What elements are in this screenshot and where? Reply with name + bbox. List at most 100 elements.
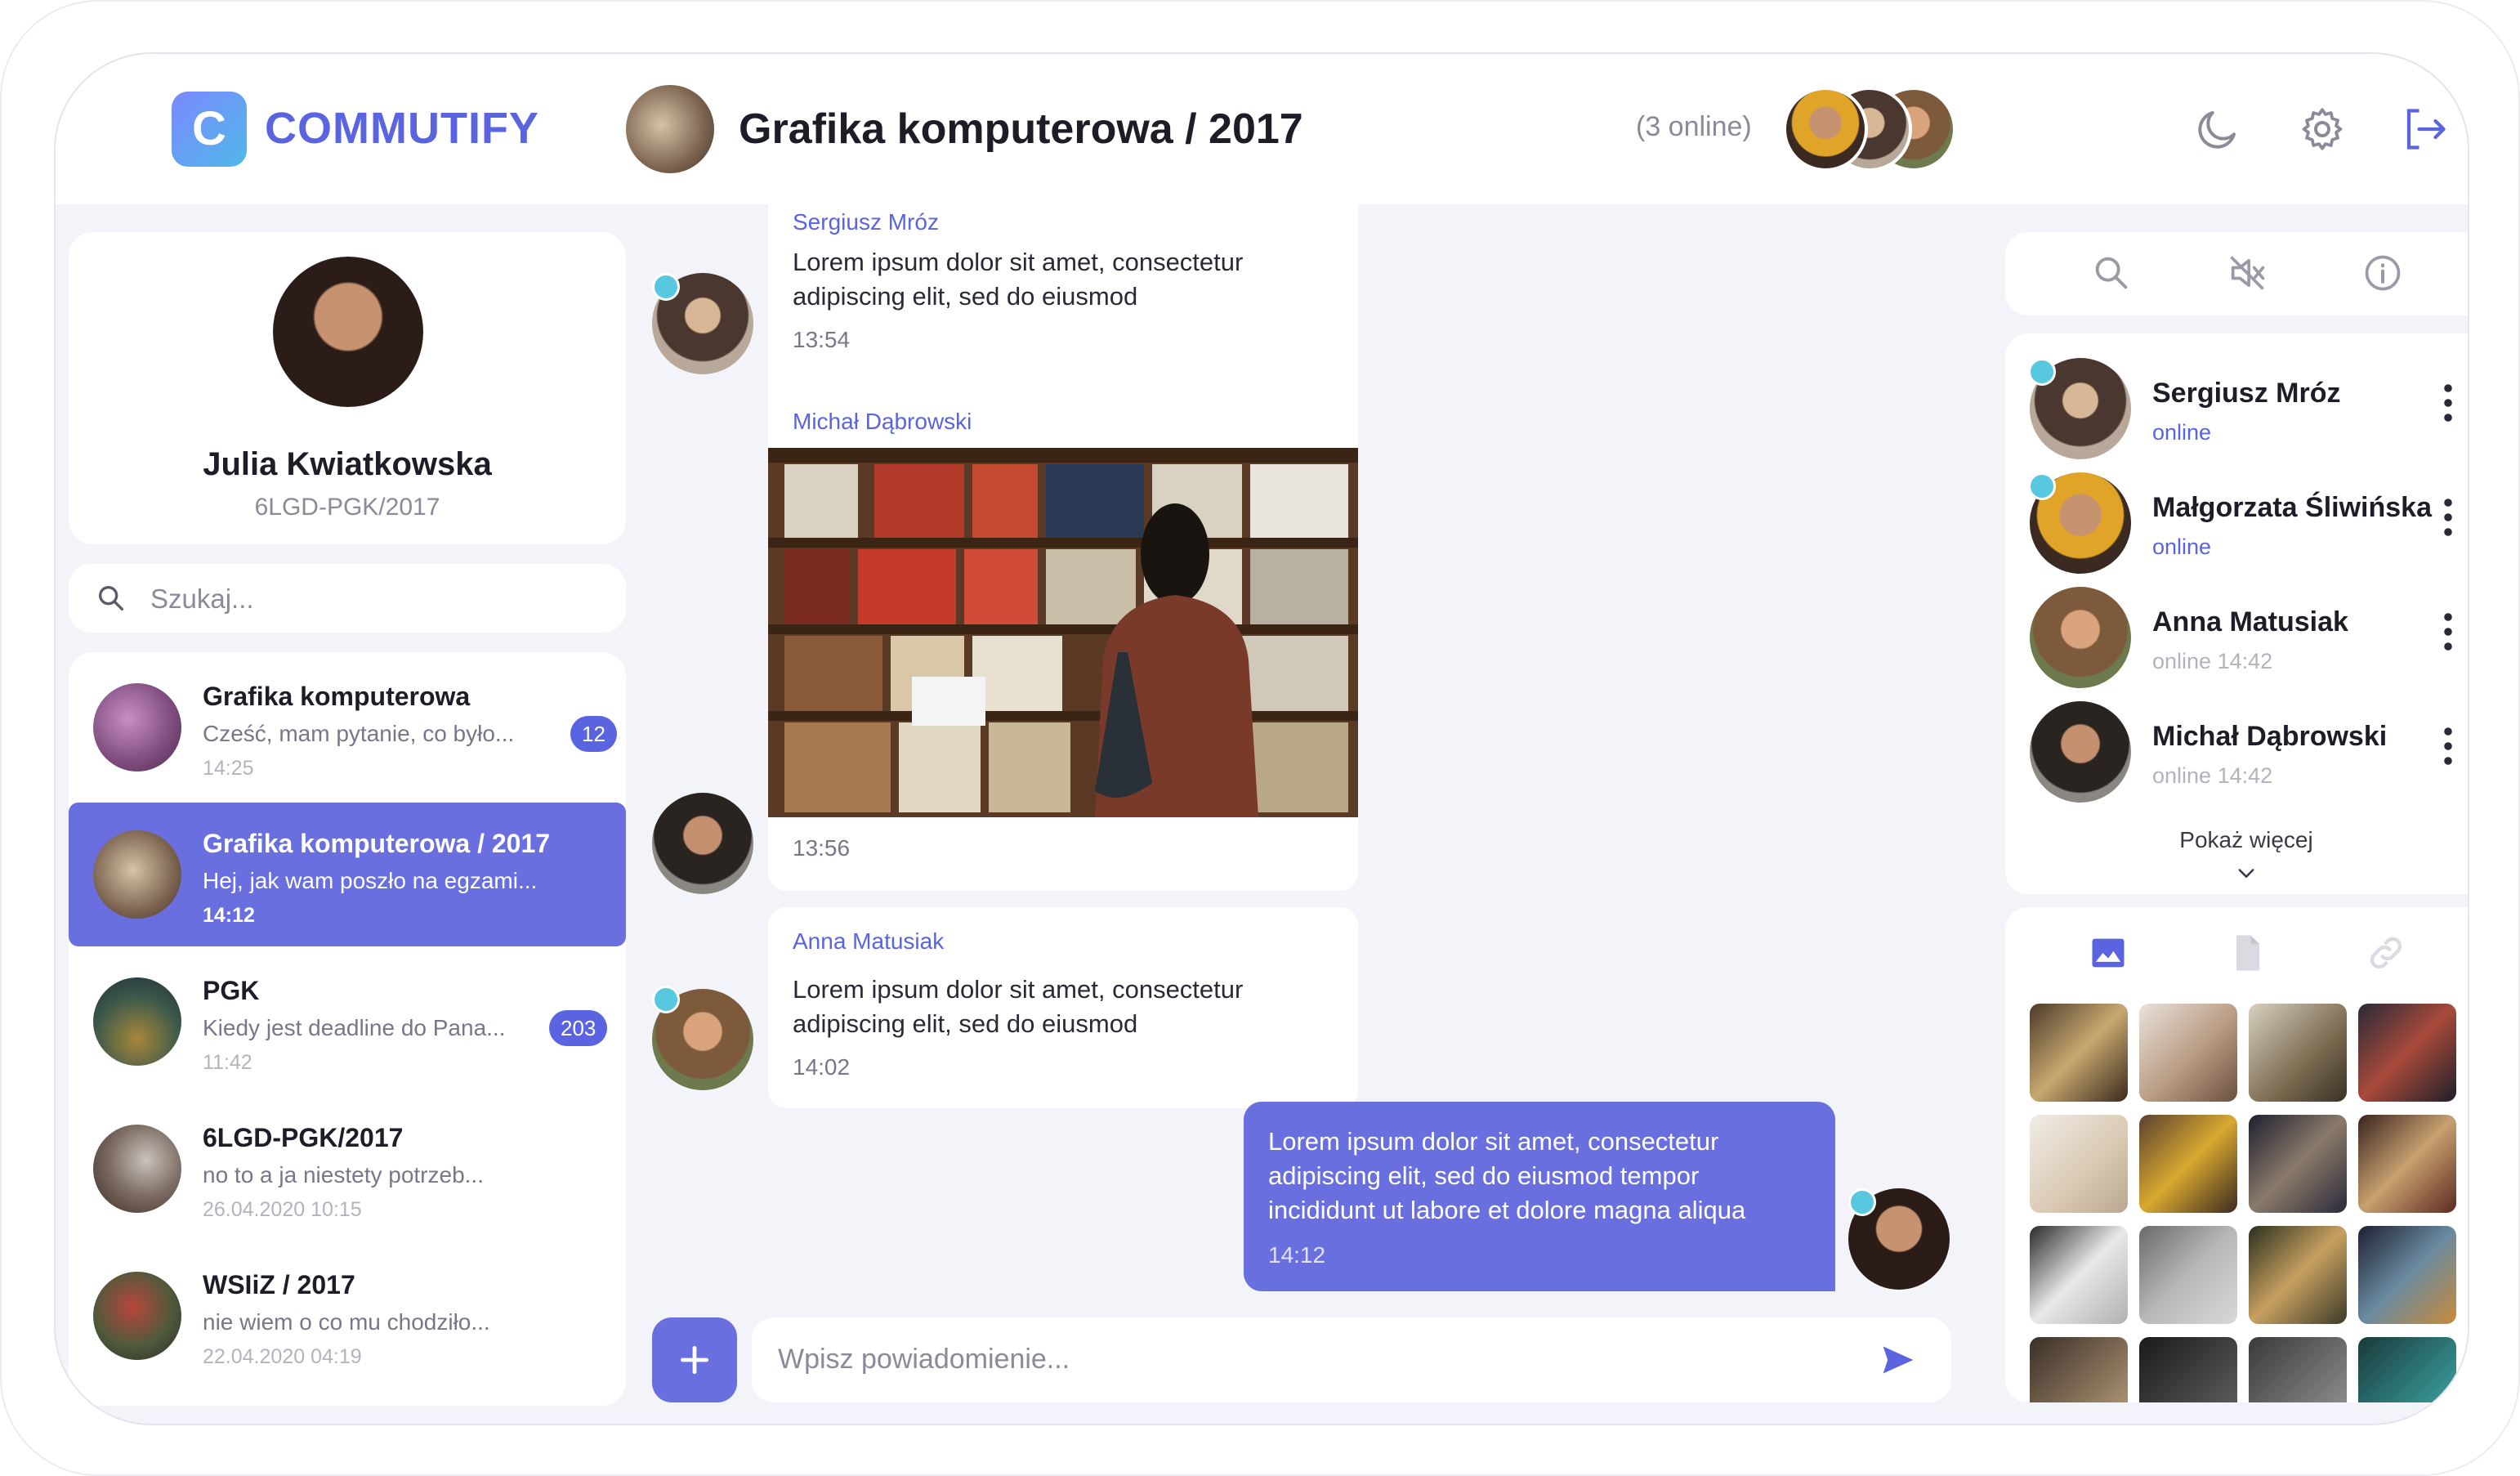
conversation-name: Grafika komputerowa: [203, 682, 471, 711]
member-item[interactable]: Michał Dąbrowski online 14:42: [2005, 701, 2468, 816]
message-time: 14:02: [793, 1054, 851, 1080]
conversation-item-active[interactable]: Grafika komputerowa / 2017 Hej, jak wam …: [69, 803, 626, 946]
media-thumbnail[interactable]: [2030, 1337, 2128, 1402]
show-more-button[interactable]: Pokaż więcej: [2005, 827, 2468, 853]
media-thumbnail[interactable]: [2358, 1226, 2456, 1324]
member-name: Małgorzata Śliwińska: [2152, 492, 2432, 523]
logout-icon[interactable]: [2401, 105, 2450, 154]
members-panel: Sergiusz Mróz online Małgorzata Śliwińsk…: [2005, 333, 2468, 894]
media-thumbnail[interactable]: [2139, 1004, 2237, 1102]
member-status: online: [2152, 420, 2212, 445]
message-time: 13:56: [793, 835, 851, 861]
online-indicator: [2028, 358, 2056, 386]
conversation-list: Grafika komputerowa Cześć, mam pytanie, …: [69, 652, 626, 1406]
shared-media-panel: [2005, 907, 2468, 1402]
top-bar: C COMMUTIFY Grafika komputerowa / 2017 (…: [56, 54, 2468, 204]
more-options-icon[interactable]: [2443, 382, 2453, 423]
message-time: 14:12: [1268, 1242, 1326, 1268]
member-status: online: [2152, 534, 2212, 559]
media-thumbnail[interactable]: [2139, 1115, 2237, 1213]
member-name: Anna Matusiak: [2152, 606, 2348, 637]
image-tab-icon[interactable]: [2087, 932, 2129, 974]
message-text-line: Lorem ipsum dolor sit amet, consectetur: [793, 975, 1244, 1004]
chat-tools-bar: [2005, 232, 2468, 315]
online-user-avatar[interactable]: [1783, 87, 1868, 172]
file-tab-icon[interactable]: [2226, 932, 2268, 974]
conversation-time: 22.04.2020 04:19: [203, 1345, 362, 1368]
search-input[interactable]: Szukaj...: [150, 584, 254, 615]
moon-icon[interactable]: [2193, 105, 2242, 154]
conversation-preview: no to a ja niestety potrzeb...: [203, 1162, 484, 1188]
member-item[interactable]: Małgorzata Śliwińska online: [2005, 472, 2468, 587]
conversation-avatar: [93, 977, 181, 1066]
link-tab-icon[interactable]: [2365, 932, 2407, 974]
conversation-item[interactable]: WSIiZ / 2017 nie wiem o co mu chodziło..…: [69, 1244, 626, 1388]
media-thumbnail[interactable]: [2030, 1226, 2128, 1324]
message-input[interactable]: Wpisz powiadomienie...: [752, 1317, 1951, 1402]
app-window: C COMMUTIFY Grafika komputerowa / 2017 (…: [54, 52, 2469, 1425]
media-thumbnail[interactable]: [2249, 1226, 2347, 1324]
conversation-time: 14:25: [203, 757, 254, 780]
add-attachment-button[interactable]: [652, 1317, 737, 1402]
conversation-avatar: [93, 1272, 181, 1360]
conversation-item[interactable]: Grafika komputerowa Cześć, mam pytanie, …: [69, 655, 626, 799]
conversation-avatar: [93, 1125, 181, 1213]
search-box[interactable]: Szukaj...: [69, 564, 626, 633]
online-indicator: [652, 986, 680, 1013]
conversation-avatar: [93, 830, 181, 919]
unread-badge: 12: [570, 716, 617, 752]
more-options-icon[interactable]: [2443, 726, 2453, 767]
own-message-bubble: Lorem ipsum dolor sit amet, consectetur …: [1244, 1102, 1835, 1291]
more-options-icon[interactable]: [2443, 611, 2453, 652]
media-thumbnail[interactable]: [2358, 1004, 2456, 1102]
message-text-line: incididunt ut labore et dolore magna ali…: [1268, 1196, 1746, 1224]
media-thumbnail[interactable]: [2358, 1115, 2456, 1213]
conversation-item[interactable]: 6LGD-PGK/2017 no to a ja niestety potrze…: [69, 1097, 626, 1241]
search-icon[interactable]: [2090, 252, 2133, 294]
profile-card: Julia Kwiatkowska 6LGD-PGK/2017: [69, 232, 626, 544]
member-item[interactable]: Anna Matusiak online 14:42: [2005, 587, 2468, 701]
member-name: Michał Dąbrowski: [2152, 721, 2388, 752]
message-input-placeholder: Wpisz powiadomienie...: [778, 1344, 1070, 1375]
media-thumbnail[interactable]: [2030, 1115, 2128, 1213]
info-icon[interactable]: [2361, 252, 2404, 294]
member-name: Sergiusz Mróz: [2152, 378, 2341, 409]
message-text-line: adipiscing elit, sed do eiusmod: [793, 1009, 1138, 1038]
message-text-line: adipiscing elit, sed do eiusmod: [793, 282, 1138, 311]
message-sender: Michał Dąbrowski: [793, 409, 972, 434]
shared-photo-bookshelf[interactable]: [768, 448, 1358, 817]
more-options-icon[interactable]: [2443, 497, 2453, 538]
member-avatar: [2030, 701, 2131, 803]
conversation-name: 6LGD-PGK/2017: [203, 1123, 404, 1152]
send-icon[interactable]: [1878, 1342, 1919, 1378]
sender-avatar[interactable]: [652, 793, 753, 894]
message-text-line: Lorem ipsum dolor sit amet, consectetur: [793, 248, 1244, 276]
app-logo-text[interactable]: COMMUTIFY: [265, 103, 539, 154]
conversation-time: 26.04.2020 10:15: [203, 1198, 362, 1221]
media-thumbnail[interactable]: [2249, 1004, 2347, 1102]
gear-icon[interactable]: [2298, 105, 2347, 154]
media-thumbnail[interactable]: [2030, 1004, 2128, 1102]
message-bubble: Anna Matusiak Lorem ipsum dolor sit amet…: [768, 907, 1358, 1108]
media-thumbnail[interactable]: [2249, 1337, 2347, 1402]
conversation-name: Grafika komputerowa / 2017: [203, 829, 551, 858]
profile-avatar[interactable]: [273, 257, 423, 407]
member-item[interactable]: Sergiusz Mróz online: [2005, 358, 2468, 472]
conversation-item[interactable]: PGK Kiedy jest deadline do Pana... 11:42…: [69, 950, 626, 1094]
conversation-name: PGK: [203, 976, 260, 1005]
conversation-avatar: [93, 683, 181, 772]
message-sender: Sergiusz Mróz: [793, 209, 939, 235]
media-thumbnail[interactable]: [2139, 1337, 2237, 1402]
room-title: Grafika komputerowa / 2017: [739, 105, 1303, 153]
media-thumbnail[interactable]: [2358, 1337, 2456, 1402]
member-avatar: [2030, 587, 2131, 688]
media-thumbnail[interactable]: [2249, 1115, 2347, 1213]
member-status: online 14:42: [2152, 763, 2273, 788]
member-status: online 14:42: [2152, 649, 2273, 673]
conversation-name: WSIiZ / 2017: [203, 1270, 355, 1299]
mute-icon[interactable]: [2226, 252, 2268, 294]
room-avatar[interactable]: [626, 85, 714, 173]
message-text-line: Lorem ipsum dolor sit amet, consectetur: [1268, 1127, 1719, 1156]
media-thumbnail[interactable]: [2139, 1226, 2237, 1324]
chevron-down-icon[interactable]: [2235, 861, 2258, 884]
